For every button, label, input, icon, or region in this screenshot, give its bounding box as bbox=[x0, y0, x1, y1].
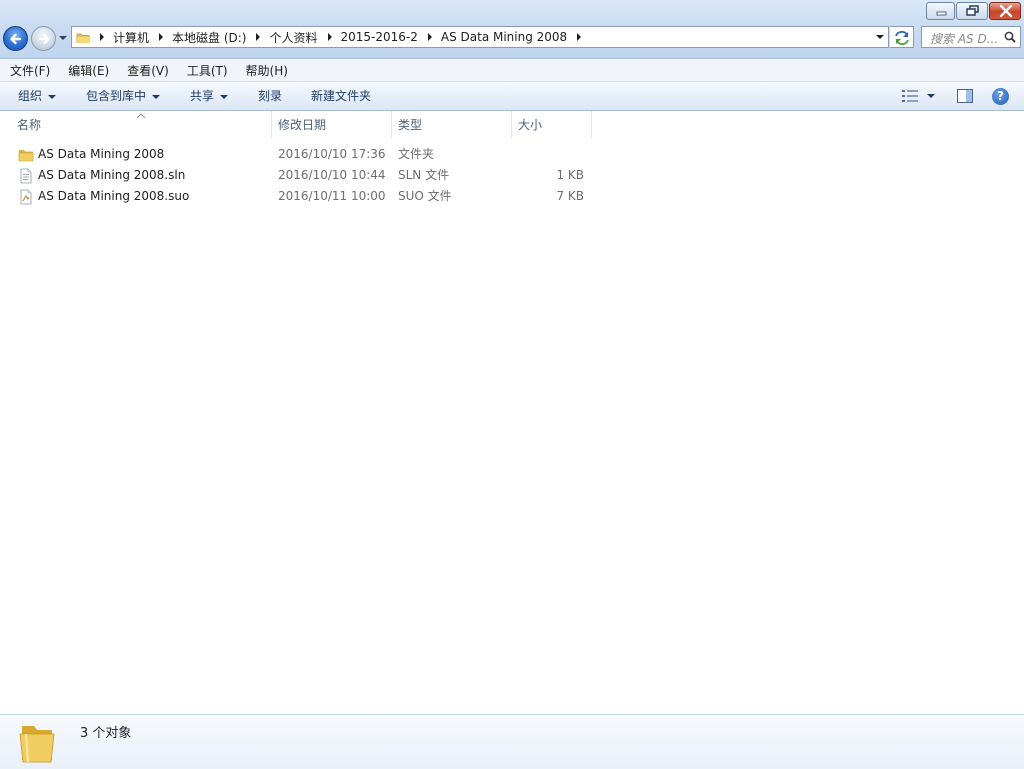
column-header-modified[interactable]: 修改日期 bbox=[272, 111, 392, 139]
file-size: 7 KB bbox=[556, 189, 584, 203]
minimize-icon bbox=[936, 11, 947, 16]
breadcrumb-item-term[interactable]: 2015-2016-2 bbox=[341, 30, 418, 44]
arrow-right-icon bbox=[38, 33, 50, 45]
refresh-button[interactable] bbox=[890, 26, 914, 48]
breadcrumb-chevron-right-icon[interactable] bbox=[426, 27, 433, 47]
breadcrumb-item-current[interactable]: AS Data Mining 2008 bbox=[441, 30, 567, 44]
include-library-label: 包含到库中 bbox=[86, 89, 147, 103]
file-name: AS Data Mining 2008 bbox=[38, 147, 165, 161]
address-history-chevron-down-icon[interactable] bbox=[876, 34, 884, 40]
folder-icon bbox=[18, 150, 34, 162]
file-type: 文件夹 bbox=[398, 147, 435, 161]
file-size: 1 KB bbox=[556, 168, 584, 182]
refresh-icon bbox=[895, 30, 909, 46]
search-icon[interactable] bbox=[1004, 31, 1016, 43]
include-library-button[interactable]: 包含到库中 bbox=[86, 82, 161, 110]
restore-icon bbox=[966, 5, 979, 16]
menu-bar: 文件(F) 编辑(E) 查看(V) 工具(T) 帮助(H) bbox=[0, 59, 1024, 82]
sort-ascending-icon bbox=[137, 113, 145, 118]
burn-label: 刻录 bbox=[258, 89, 283, 103]
back-button[interactable] bbox=[3, 26, 28, 51]
folder-icon bbox=[19, 726, 55, 763]
breadcrumb-chevron-right-icon[interactable] bbox=[98, 27, 105, 47]
share-button[interactable]: 共享 bbox=[190, 82, 229, 110]
details-pane: 3 个对象 bbox=[0, 714, 1024, 769]
breadcrumb-chevron-right-icon[interactable] bbox=[157, 27, 164, 47]
command-bar: 组织 包含到库中 共享 刻录 新建文件夹 ? bbox=[0, 82, 1024, 111]
breadcrumb-item-local-disk[interactable]: 本地磁盘 (D:) bbox=[172, 29, 246, 46]
table-row[interactable]: AS Data Mining 2008 2016/10/10 17:36 文件夹 bbox=[0, 144, 600, 165]
forward-button[interactable] bbox=[31, 26, 56, 51]
file-modified: 2016/10/10 17:36 bbox=[278, 147, 386, 161]
file-name: AS Data Mining 2008.sln bbox=[38, 168, 186, 182]
organize-button[interactable]: 组织 bbox=[18, 82, 57, 110]
breadcrumb-chevron-right-icon[interactable] bbox=[254, 27, 261, 47]
preview-pane-icon[interactable] bbox=[957, 89, 973, 103]
folder-icon bbox=[76, 33, 90, 43]
menu-help[interactable]: 帮助(H) bbox=[236, 62, 296, 79]
table-row[interactable]: AS Data Mining 2008.sln 2016/10/10 10:44… bbox=[0, 165, 600, 186]
column-header-type[interactable]: 类型 bbox=[392, 111, 512, 139]
burn-button[interactable]: 刻录 bbox=[258, 82, 282, 110]
new-folder-button[interactable]: 新建文件夹 bbox=[311, 82, 371, 110]
organize-label: 组织 bbox=[18, 89, 43, 103]
recent-pages-chevron-down-icon[interactable] bbox=[58, 34, 68, 42]
menu-tools[interactable]: 工具(T) bbox=[177, 62, 236, 79]
chevron-down-icon bbox=[152, 94, 161, 99]
column-modified-label: 修改日期 bbox=[278, 118, 327, 132]
breadcrumb-item-personal[interactable]: 个人资料 bbox=[269, 29, 317, 46]
view-options-chevron-down-icon[interactable] bbox=[927, 94, 935, 98]
sln-file-icon bbox=[20, 168, 32, 184]
restore-button[interactable] bbox=[956, 2, 988, 20]
breadcrumb: 计算机 本地磁盘 (D:) 个人资料 2015-2016-2 AS Data M… bbox=[90, 27, 590, 47]
file-modified: 2016/10/10 10:44 bbox=[278, 168, 386, 182]
close-icon bbox=[999, 4, 1013, 18]
file-type: SUO 文件 bbox=[398, 189, 452, 203]
share-label: 共享 bbox=[190, 89, 215, 103]
menu-view[interactable]: 查看(V) bbox=[117, 62, 177, 79]
column-headers: 名称 修改日期 类型 大小 bbox=[0, 111, 1024, 139]
menu-file[interactable]: 文件(F) bbox=[0, 62, 58, 79]
address-bar[interactable]: 计算机 本地磁盘 (D:) 个人资料 2015-2016-2 AS Data M… bbox=[71, 26, 889, 48]
file-list[interactable]: 名称 修改日期 类型 大小 AS Data Mining 2008 2016/1… bbox=[0, 111, 1024, 714]
breadcrumb-chevron-right-icon[interactable] bbox=[326, 27, 333, 47]
minimize-button[interactable] bbox=[926, 2, 955, 20]
file-name: AS Data Mining 2008.suo bbox=[38, 189, 190, 203]
file-type: SLN 文件 bbox=[398, 168, 450, 182]
chevron-down-icon bbox=[48, 94, 57, 99]
table-row[interactable]: AS Data Mining 2008.suo 2016/10/11 10:00… bbox=[0, 186, 600, 207]
search-placeholder: 搜索 AS D... bbox=[930, 32, 999, 46]
arrow-left-icon bbox=[10, 33, 22, 45]
view-details-icon[interactable] bbox=[902, 90, 918, 102]
breadcrumb-chevron-right-icon[interactable] bbox=[575, 27, 582, 47]
suo-file-icon bbox=[20, 189, 32, 205]
close-button[interactable] bbox=[989, 2, 1021, 20]
column-type-label: 类型 bbox=[398, 118, 423, 132]
help-icon[interactable]: ? bbox=[992, 88, 1009, 105]
column-size-label: 大小 bbox=[518, 118, 543, 132]
new-folder-label: 新建文件夹 bbox=[311, 89, 372, 103]
column-header-size[interactable]: 大小 bbox=[512, 111, 592, 139]
search-input[interactable]: 搜索 AS D... bbox=[921, 26, 1021, 48]
chevron-down-icon bbox=[220, 94, 229, 99]
breadcrumb-item-computer[interactable]: 计算机 bbox=[113, 29, 149, 46]
column-name-label: 名称 bbox=[17, 118, 42, 132]
menu-edit[interactable]: 编辑(E) bbox=[58, 62, 117, 79]
file-modified: 2016/10/11 10:00 bbox=[278, 189, 386, 203]
item-count: 3 个对象 bbox=[80, 726, 132, 741]
title-bar: 计算机 本地磁盘 (D:) 个人资料 2015-2016-2 AS Data M… bbox=[0, 0, 1024, 59]
